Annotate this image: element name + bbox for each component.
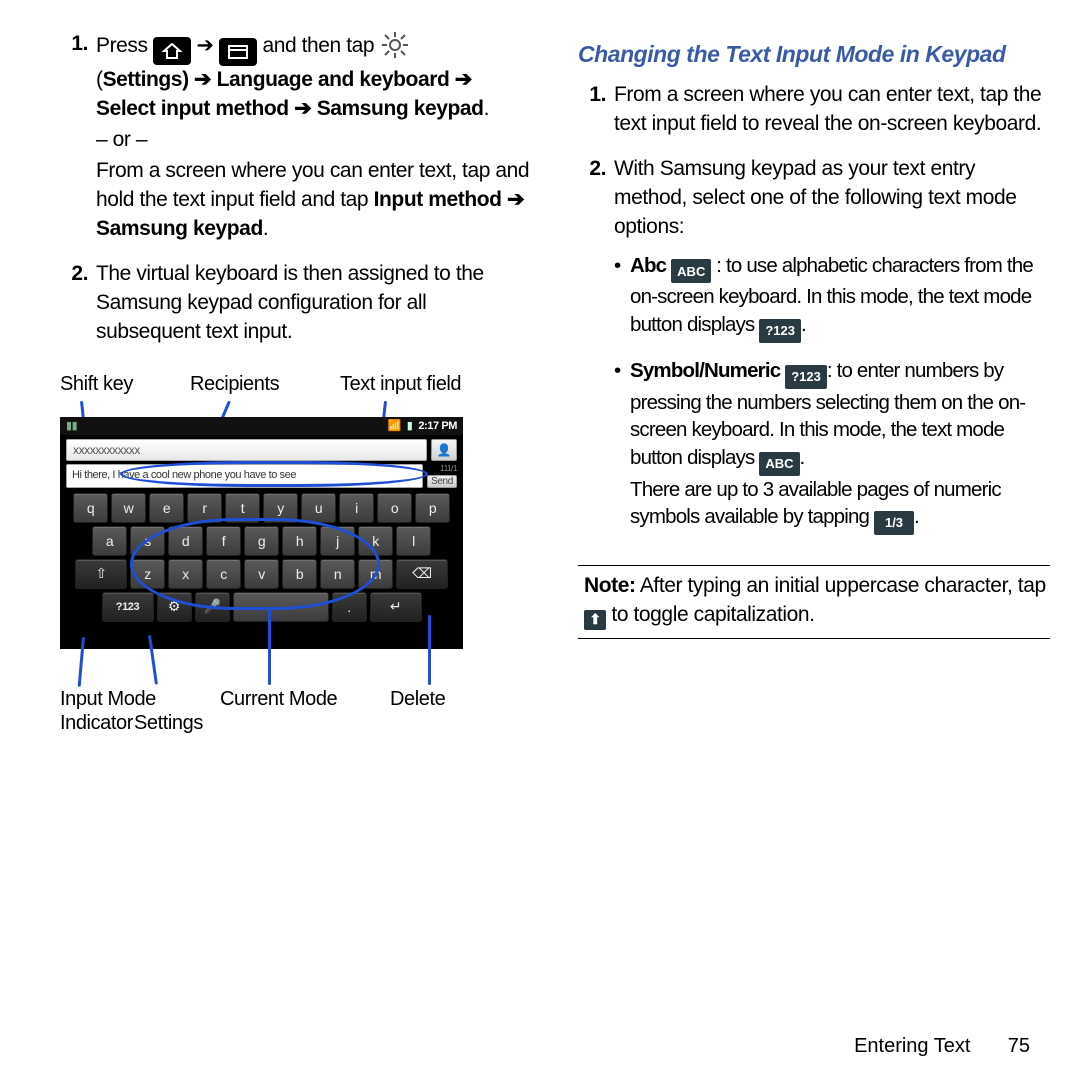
key-h[interactable]: h <box>282 526 317 556</box>
key-r[interactable]: r <box>187 493 222 523</box>
home-icon <box>153 37 191 65</box>
key-m[interactable]: m <box>358 559 393 589</box>
key-delete[interactable]: ⌫ <box>396 559 448 589</box>
key-g[interactable]: g <box>244 526 279 556</box>
keyboard-figure: Shift key Recipients Text input field ▮▮… <box>60 373 463 747</box>
menu-icon <box>219 38 257 66</box>
key-shift[interactable]: ⇧ <box>75 559 127 589</box>
char-count: 111/1 <box>427 464 457 473</box>
settings-label: Settings <box>103 68 182 91</box>
key-a[interactable]: a <box>92 526 127 556</box>
callout-current-mode: Current Mode <box>220 687 337 711</box>
key-s[interactable]: s <box>130 526 165 556</box>
shift-icon: ⬆ <box>584 610 606 630</box>
key-settings[interactable]: ⚙ <box>157 592 192 622</box>
left-column: 1. Press ➔ and then tap (Setti <box>60 30 532 747</box>
key-n[interactable]: n <box>320 559 355 589</box>
key-w[interactable]: w <box>111 493 146 523</box>
page-footer: Entering Text 75 <box>854 1035 1030 1058</box>
q123-chip: ?123 <box>759 319 801 343</box>
key-t[interactable]: t <box>225 493 260 523</box>
key-c[interactable]: c <box>206 559 241 589</box>
right-column: Changing the Text Input Mode in Keypad 1… <box>578 30 1050 747</box>
key-q[interactable]: q <box>73 493 108 523</box>
recipient-field[interactable]: xxxxxxxxxxxx <box>66 439 427 461</box>
key-o[interactable]: o <box>377 493 412 523</box>
key-z[interactable]: z <box>130 559 165 589</box>
callout-recipients: Recipients <box>190 373 279 396</box>
footer-section: Entering Text <box>854 1035 970 1057</box>
status-bar: ▮▮ 📶▮ 2:17 PM <box>60 417 463 435</box>
key-x[interactable]: x <box>168 559 203 589</box>
key-b[interactable]: b <box>282 559 317 589</box>
right-step-2: 2. With Samsung keypad as your text entr… <box>578 155 1050 550</box>
key-y[interactable]: y <box>263 493 298 523</box>
key-input-mode[interactable]: ?123 <box>102 592 154 622</box>
left-step-2: 2. The virtual keyboard is then assigned… <box>60 260 532 347</box>
key-e[interactable]: e <box>149 493 184 523</box>
press-label: Press <box>96 34 153 57</box>
key-v[interactable]: v <box>244 559 279 589</box>
key-j[interactable]: j <box>320 526 355 556</box>
key-space[interactable] <box>233 592 329 622</box>
callout-text-input-field: Text input field <box>340 373 461 396</box>
callout-shift-key: Shift key <box>60 373 133 396</box>
key-f[interactable]: f <box>206 526 241 556</box>
abc-chip: ABC <box>671 259 711 283</box>
abc-chip-2: ABC <box>759 452 799 476</box>
key-i[interactable]: i <box>339 493 374 523</box>
gear-icon <box>380 30 410 60</box>
bullet-symbol-numeric: Symbol/Numeric ?123: to enter numbers by… <box>614 357 1050 535</box>
send-button[interactable]: Send <box>427 475 457 488</box>
callout-settings: Settings <box>134 711 203 735</box>
keyboard-screenshot: ▮▮ 📶▮ 2:17 PM xxxxxxxxxxxx 👤 Hi there, I… <box>60 417 463 649</box>
note-block: Note: After typing an initial uppercase … <box>578 572 1050 629</box>
key-enter[interactable]: ↵ <box>370 592 422 622</box>
left-step-1: 1. Press ➔ and then tap (Setti <box>60 30 532 244</box>
key-voice[interactable]: 🎤 <box>195 592 230 622</box>
key-u[interactable]: u <box>301 493 336 523</box>
key-grid: qwertyuiop asdfghjkl ⇧zxcvbnm⌫ ?123 ⚙ 🎤 <box>60 491 463 626</box>
bullet-abc: Abc ABC : to use alphabetic characters f… <box>614 252 1050 343</box>
add-recipient-button[interactable]: 👤 <box>431 439 457 461</box>
key-k[interactable]: k <box>358 526 393 556</box>
footer-page-number: 75 <box>976 1035 1030 1058</box>
section-heading: Changing the Text Input Mode in Keypad <box>578 40 1050 69</box>
and-then-tap-label: and then tap <box>262 34 379 57</box>
key-d[interactable]: d <box>168 526 203 556</box>
q123-chip-2: ?123 <box>785 365 827 389</box>
key-period[interactable]: . <box>332 592 367 622</box>
message-field[interactable]: Hi there, I have a cool new phone you ha… <box>66 464 423 488</box>
one-third-chip: 1/3 <box>874 511 914 535</box>
or-label: – or – <box>96 126 532 155</box>
right-step-1: 1. From a screen where you can enter tex… <box>578 81 1050 139</box>
key-l[interactable]: l <box>396 526 431 556</box>
key-p[interactable]: p <box>415 493 450 523</box>
clock: 2:17 PM <box>418 420 457 432</box>
callout-delete: Delete <box>390 687 445 711</box>
